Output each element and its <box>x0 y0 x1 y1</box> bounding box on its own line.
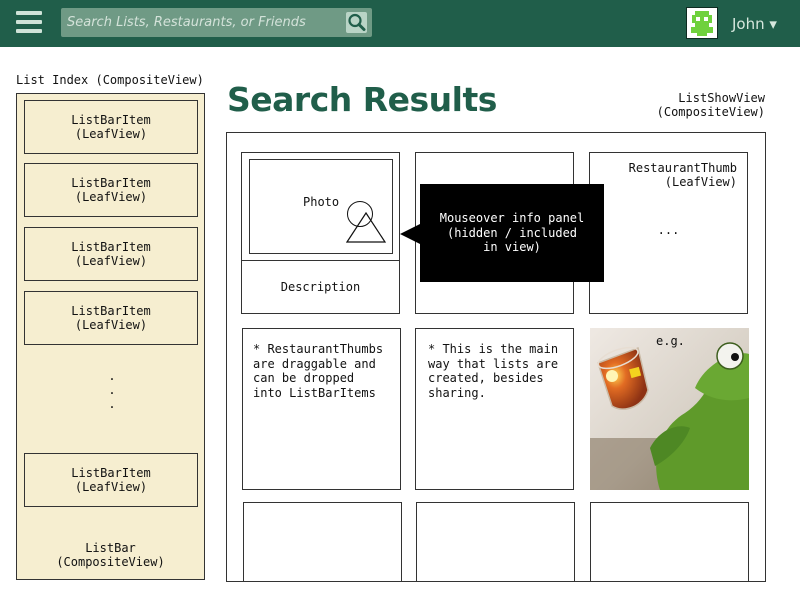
avatar-icon <box>691 11 713 36</box>
user-menu[interactable]: John ▾ <box>732 15 777 33</box>
restaurant-thumb[interactable] <box>590 502 749 582</box>
list-bar: ListBarItem (LeafView) ListBarItem (Leaf… <box>16 93 205 580</box>
divider <box>242 260 399 261</box>
list-index-label: List Index (CompositeView) <box>16 73 204 87</box>
restaurant-thumb[interactable]: Photo Description <box>241 152 400 314</box>
restaurant-thumb[interactable]: * RestaurantThumbs are draggable and can… <box>242 328 401 490</box>
search-box <box>61 8 372 37</box>
list-bar-item[interactable]: ListBarItem (LeafView) <box>24 291 198 345</box>
mouseover-info-panel: Mouseover info panel (hidden / included … <box>420 184 604 282</box>
image-icon <box>346 201 387 243</box>
thumb-ellipsis: ... <box>657 223 680 237</box>
list-bar-item[interactable]: ListBarItem (LeafView) <box>24 163 198 217</box>
search-input[interactable] <box>61 8 341 37</box>
list-bar-label: ListBar (CompositeView) <box>56 541 165 569</box>
list-bar-item[interactable]: ListBarItem (LeafView) <box>24 227 198 281</box>
page-title: Search Results <box>227 80 497 119</box>
restaurant-thumb[interactable] <box>243 502 402 582</box>
menu-icon[interactable] <box>16 11 42 33</box>
list-bar-item[interactable]: ListBarItem (LeafView) <box>24 100 198 154</box>
example-image[interactable]: e.g. <box>590 328 749 490</box>
show-view-label: ListShowView (CompositeView) <box>656 91 765 119</box>
note-draggable: * RestaurantThumbs are draggable and can… <box>253 342 384 400</box>
avatar[interactable] <box>686 7 718 39</box>
top-bar: John ▾ <box>0 0 800 47</box>
example-label: e.g. <box>656 334 685 348</box>
restaurant-thumb[interactable]: RestaurantThumb (LeafView) ... <box>589 152 748 314</box>
restaurant-thumb-label: RestaurantThumb (LeafView) <box>628 161 737 189</box>
photo-placeholder: Photo <box>249 159 393 254</box>
photo-label: Photo <box>303 195 340 209</box>
list-ellipsis: . . . <box>108 369 116 411</box>
note-main-way: * This is the main way that lists are cr… <box>428 342 559 400</box>
search-button[interactable] <box>346 12 367 33</box>
tooltip-arrow <box>400 224 420 244</box>
description-label: Description <box>280 280 361 294</box>
search-icon <box>348 13 366 31</box>
kermit-tea-image <box>590 328 749 490</box>
list-bar-item[interactable]: ListBarItem (LeafView) <box>24 453 198 507</box>
restaurant-thumb[interactable] <box>416 502 575 582</box>
restaurant-thumb[interactable]: * This is the main way that lists are cr… <box>415 328 574 490</box>
